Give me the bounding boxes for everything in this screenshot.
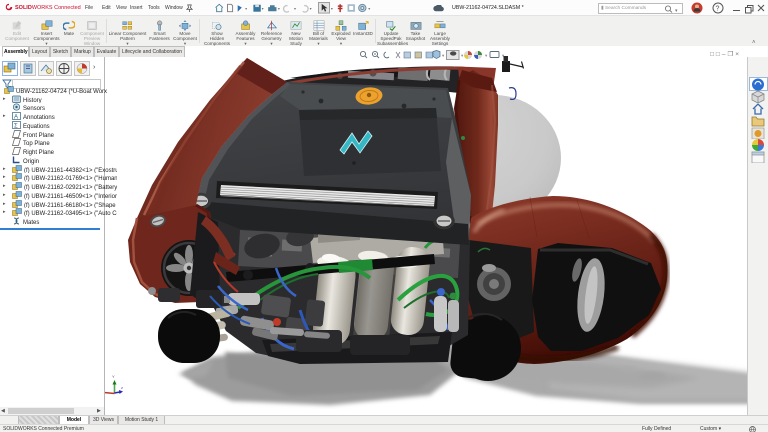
svg-text:Σ: Σ — [14, 123, 18, 129]
svg-text:▾: ▾ — [461, 53, 464, 58]
svg-text:▾: ▾ — [675, 8, 678, 14]
svg-text:z: z — [121, 385, 123, 390]
svg-text:▾: ▾ — [485, 53, 488, 58]
svg-text:▾: ▾ — [262, 6, 264, 11]
svg-text:A: A — [14, 115, 18, 121]
svg-text:▾: ▾ — [502, 53, 505, 58]
svg-text:▾: ▾ — [245, 6, 247, 11]
svg-text:Y: Y — [112, 374, 115, 379]
svg-text:▾: ▾ — [278, 6, 280, 11]
svg-text:▾: ▾ — [442, 53, 445, 58]
svg-text:▾: ▾ — [331, 6, 333, 11]
svg-text:▾: ▾ — [310, 6, 312, 11]
svg-text:?: ? — [716, 6, 720, 13]
svg-text:▾: ▾ — [294, 6, 296, 11]
svg-text:▾: ▾ — [368, 6, 370, 11]
